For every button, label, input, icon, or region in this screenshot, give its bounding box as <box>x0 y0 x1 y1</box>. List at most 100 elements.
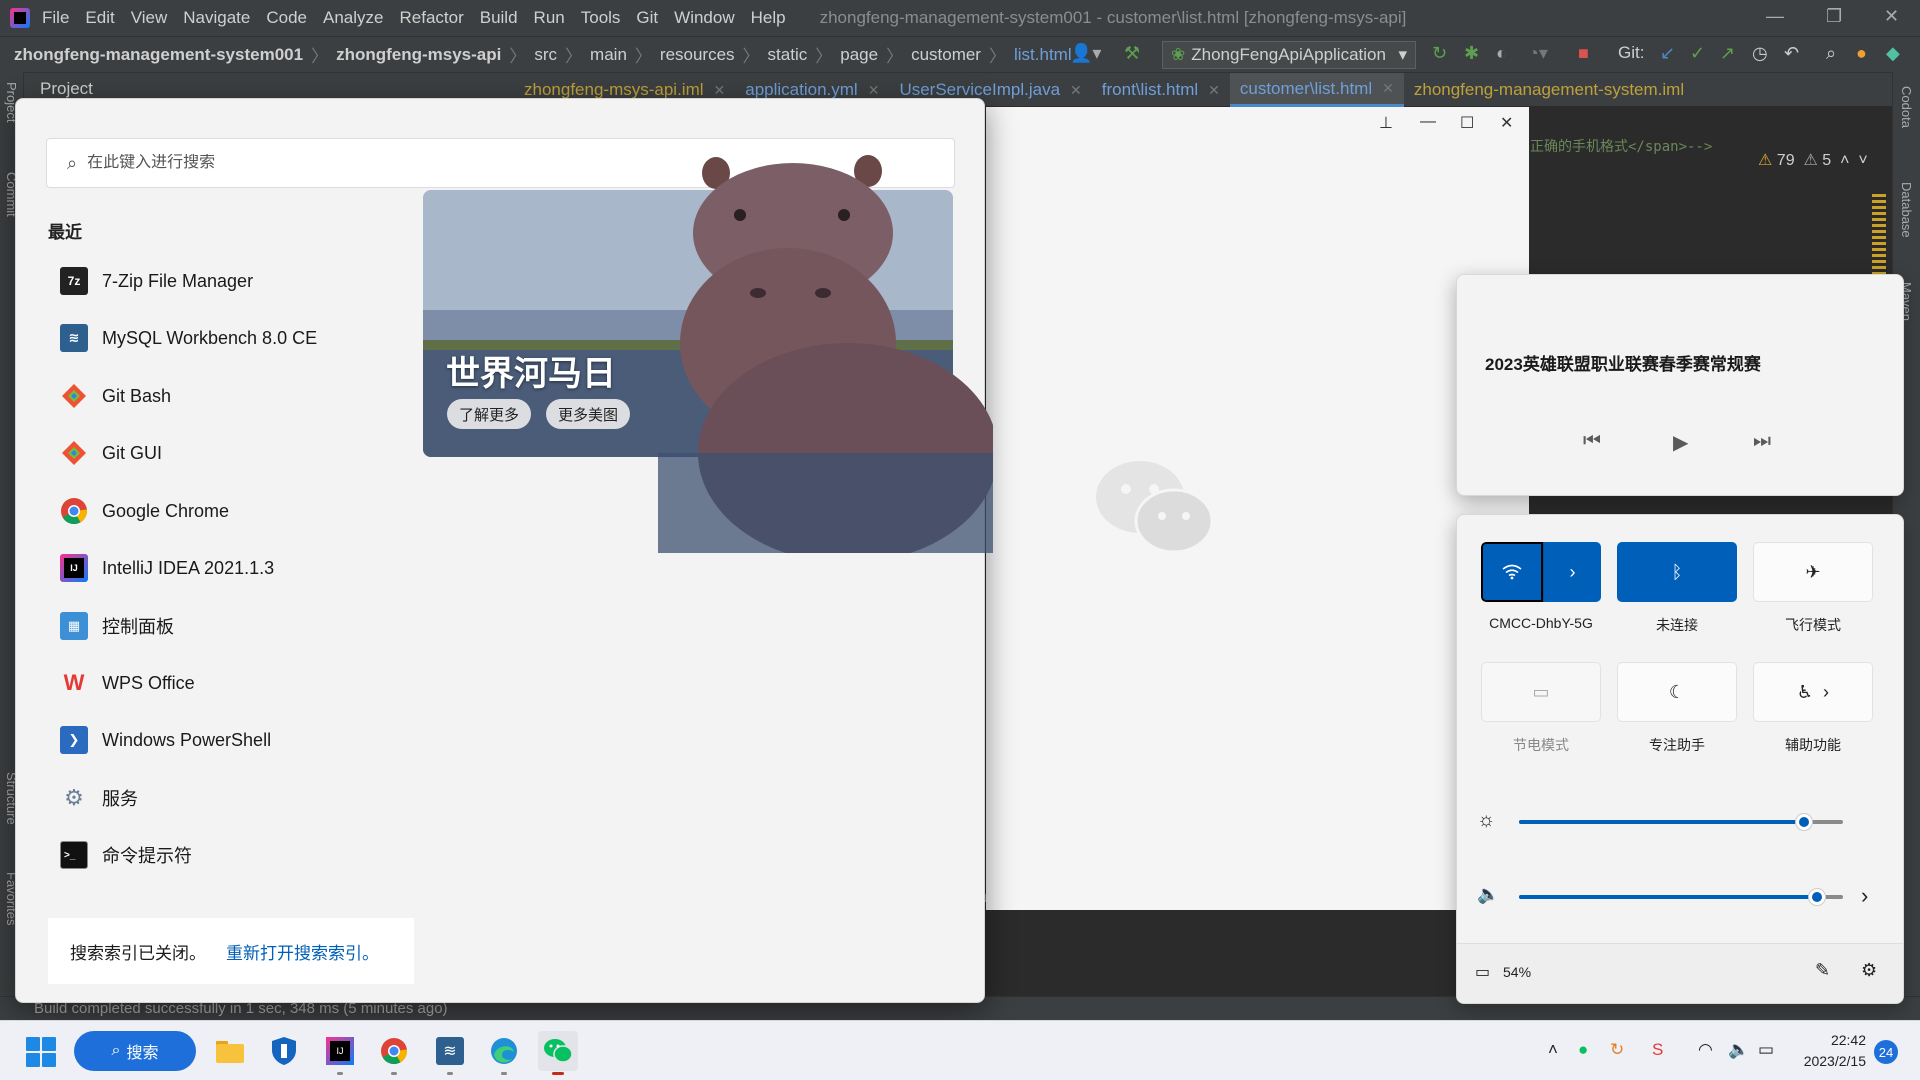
breadcrumb-resources[interactable]: resources <box>660 45 735 65</box>
minimize-icon[interactable]: — <box>1766 6 1784 27</box>
git-update-icon[interactable]: ↙ <box>1660 43 1675 64</box>
breadcrumb-file[interactable]: list.html <box>1014 45 1072 65</box>
reopen-index-link[interactable]: 重新打开搜索索引。 <box>226 939 379 964</box>
wifi-icon[interactable] <box>1481 542 1543 602</box>
minimize-icon[interactable]: — <box>1420 113 1436 131</box>
git-commit-icon[interactable]: ✓ <box>1690 43 1705 64</box>
database-tool-window[interactable]: Database <box>1899 182 1914 238</box>
breadcrumb-project[interactable]: zhongfeng-management-system001 <box>14 45 303 65</box>
profile-icon[interactable]: ◔▾ <box>1528 43 1548 64</box>
inspection-widget[interactable]: ⚠ 79 ⚠ 5 ˄ ˅ <box>1758 150 1868 170</box>
menu-git[interactable]: Git <box>636 8 658 28</box>
toolbox-icon[interactable]: ◆ <box>1886 43 1900 64</box>
git-push-icon[interactable]: ↗ <box>1720 43 1735 64</box>
battery-saver-toggle[interactable]: ▭ <box>1481 662 1601 722</box>
codota-tool-window[interactable]: Codota <box>1899 86 1914 128</box>
volume-tray-icon[interactable]: 🔈 <box>1728 1040 1749 1060</box>
menu-tools[interactable]: Tools <box>581 8 621 28</box>
close-tab-icon[interactable]: ✕ <box>714 82 726 99</box>
taskbar-chrome[interactable] <box>374 1031 414 1075</box>
battery-tray-icon[interactable]: ▭ <box>1758 1040 1774 1060</box>
more-images-button[interactable]: 更多美图 <box>546 399 631 429</box>
close-icon[interactable]: ✕ <box>1884 6 1899 27</box>
taskbar-edge[interactable] <box>484 1031 524 1075</box>
brightness-thumb[interactable] <box>1795 813 1814 831</box>
recent-app-control-panel[interactable]: ▦ 控制面板 <box>46 601 366 651</box>
show-hidden-icons-chevron-icon[interactable]: ˄ <box>1548 1040 1558 1060</box>
update-icon[interactable]: ● <box>1856 43 1867 64</box>
restore-icon[interactable]: ❐ <box>1826 6 1842 27</box>
airplane-mode-toggle[interactable]: ✈ <box>1753 542 1873 602</box>
taskbar-search-button[interactable]: ⌕ 搜索 <box>74 1031 196 1071</box>
close-tab-icon[interactable]: ✕ <box>1382 80 1394 97</box>
maximize-icon[interactable]: ☐ <box>1460 113 1474 133</box>
run-config-select[interactable]: ❀ ZhongFengApiApplication ▾ <box>1162 41 1416 69</box>
battery-icon[interactable]: ▭ <box>1475 962 1490 982</box>
recent-app-chrome[interactable]: Google Chrome <box>46 486 366 536</box>
rerun-icon[interactable]: ↻ <box>1432 43 1447 64</box>
notification-badge[interactable]: 24 <box>1874 1040 1898 1064</box>
breadcrumb-customer[interactable]: customer <box>911 45 981 65</box>
menu-analyze[interactable]: Analyze <box>323 8 383 28</box>
focus-assist-toggle[interactable]: ☾ <box>1617 662 1737 722</box>
next-track-icon[interactable]: ⏭ <box>1753 430 1771 453</box>
menu-refactor[interactable]: Refactor <box>399 8 463 28</box>
edit-icon[interactable]: ✎ <box>1815 960 1830 981</box>
recent-app-wps[interactable]: W WPS Office <box>46 658 366 708</box>
taskbar-security-app[interactable] <box>264 1031 304 1071</box>
breadcrumb-static[interactable]: static <box>768 45 808 65</box>
breadcrumb-src[interactable]: src <box>534 45 557 65</box>
wifi-tray-icon[interactable]: ◠ <box>1698 1040 1713 1060</box>
audio-output-chevron-icon[interactable]: › <box>1861 883 1868 909</box>
wechat-tray-icon[interactable]: ● <box>1578 1040 1588 1060</box>
sync-tray-icon[interactable]: ↻ <box>1610 1040 1624 1060</box>
tab-management-system-iml[interactable]: zhongfeng-management-system.iml <box>1404 73 1694 107</box>
close-icon[interactable]: ✕ <box>1500 113 1513 133</box>
recent-app-git-bash[interactable]: Git Bash <box>46 371 366 421</box>
close-tab-icon[interactable]: ✕ <box>868 82 880 99</box>
recent-app-7zip[interactable]: 7z 7-Zip File Manager <box>46 256 366 306</box>
learn-more-button[interactable]: 了解更多 <box>447 399 532 429</box>
menu-help[interactable]: Help <box>751 8 786 28</box>
wifi-expand-icon[interactable]: › <box>1543 542 1601 602</box>
brightness-slider[interactable] <box>1519 813 1843 831</box>
breadcrumb-main[interactable]: main <box>590 45 627 65</box>
accessibility-toggle[interactable]: ♿ › <box>1753 662 1873 722</box>
debug-icon[interactable]: ✱ <box>1464 43 1479 64</box>
coverage-icon[interactable]: ◐ <box>1496 43 1507 64</box>
tab-front-list-html[interactable]: front\list.html ✕ <box>1092 73 1230 107</box>
settings-gear-icon[interactable]: ⚙ <box>1861 960 1877 981</box>
menu-code[interactable]: Code <box>266 8 307 28</box>
wps-tray-icon[interactable]: S <box>1652 1040 1663 1060</box>
history-icon[interactable]: ◷ <box>1752 43 1768 64</box>
battery-percent[interactable]: 54% <box>1503 964 1531 980</box>
recent-app-mysql-workbench[interactable]: ≋ MySQL Workbench 8.0 CE <box>46 313 366 363</box>
breadcrumb-page[interactable]: page <box>840 45 878 65</box>
recent-app-services[interactable]: ⚙ 服务 <box>46 773 366 823</box>
menu-navigate[interactable]: Navigate <box>183 8 250 28</box>
taskbar-mysql-workbench[interactable]: ≋ <box>430 1031 470 1075</box>
volume-slider[interactable] <box>1519 888 1843 906</box>
recent-app-powershell[interactable]: ❯ Windows PowerShell <box>46 715 366 765</box>
taskbar-intellij[interactable]: IJ <box>320 1031 360 1075</box>
menu-window[interactable]: Window <box>674 8 734 28</box>
bluetooth-toggle[interactable]: ᛒ <box>1617 542 1737 602</box>
wifi-toggle[interactable]: › <box>1481 542 1601 602</box>
previous-track-icon[interactable]: ⏮ <box>1583 430 1601 453</box>
start-button[interactable] <box>26 1037 56 1067</box>
stop-icon[interactable]: ■ <box>1578 43 1589 64</box>
rollback-icon[interactable]: ↶ <box>1784 43 1799 64</box>
close-tab-icon[interactable]: ✕ <box>1070 82 1082 99</box>
close-tab-icon[interactable]: ✕ <box>1208 82 1220 99</box>
build-hammer-icon[interactable]: ⚒ <box>1124 43 1140 64</box>
taskbar-clock[interactable]: 22:42 2023/2/15 <box>1796 1030 1866 1072</box>
menu-edit[interactable]: Edit <box>85 8 114 28</box>
menu-run[interactable]: Run <box>534 8 565 28</box>
project-tool-label[interactable]: Project <box>40 79 93 99</box>
volume-thumb[interactable] <box>1808 888 1827 906</box>
menu-file[interactable]: File <box>42 8 69 28</box>
user-icon[interactable]: 👤▾ <box>1070 43 1101 64</box>
taskbar-wechat[interactable] <box>538 1031 578 1075</box>
tab-customer-list-html[interactable]: customer\list.html ✕ <box>1229 73 1404 107</box>
recent-app-intellij[interactable]: IJ IntelliJ IDEA 2021.1.3 <box>46 543 366 593</box>
